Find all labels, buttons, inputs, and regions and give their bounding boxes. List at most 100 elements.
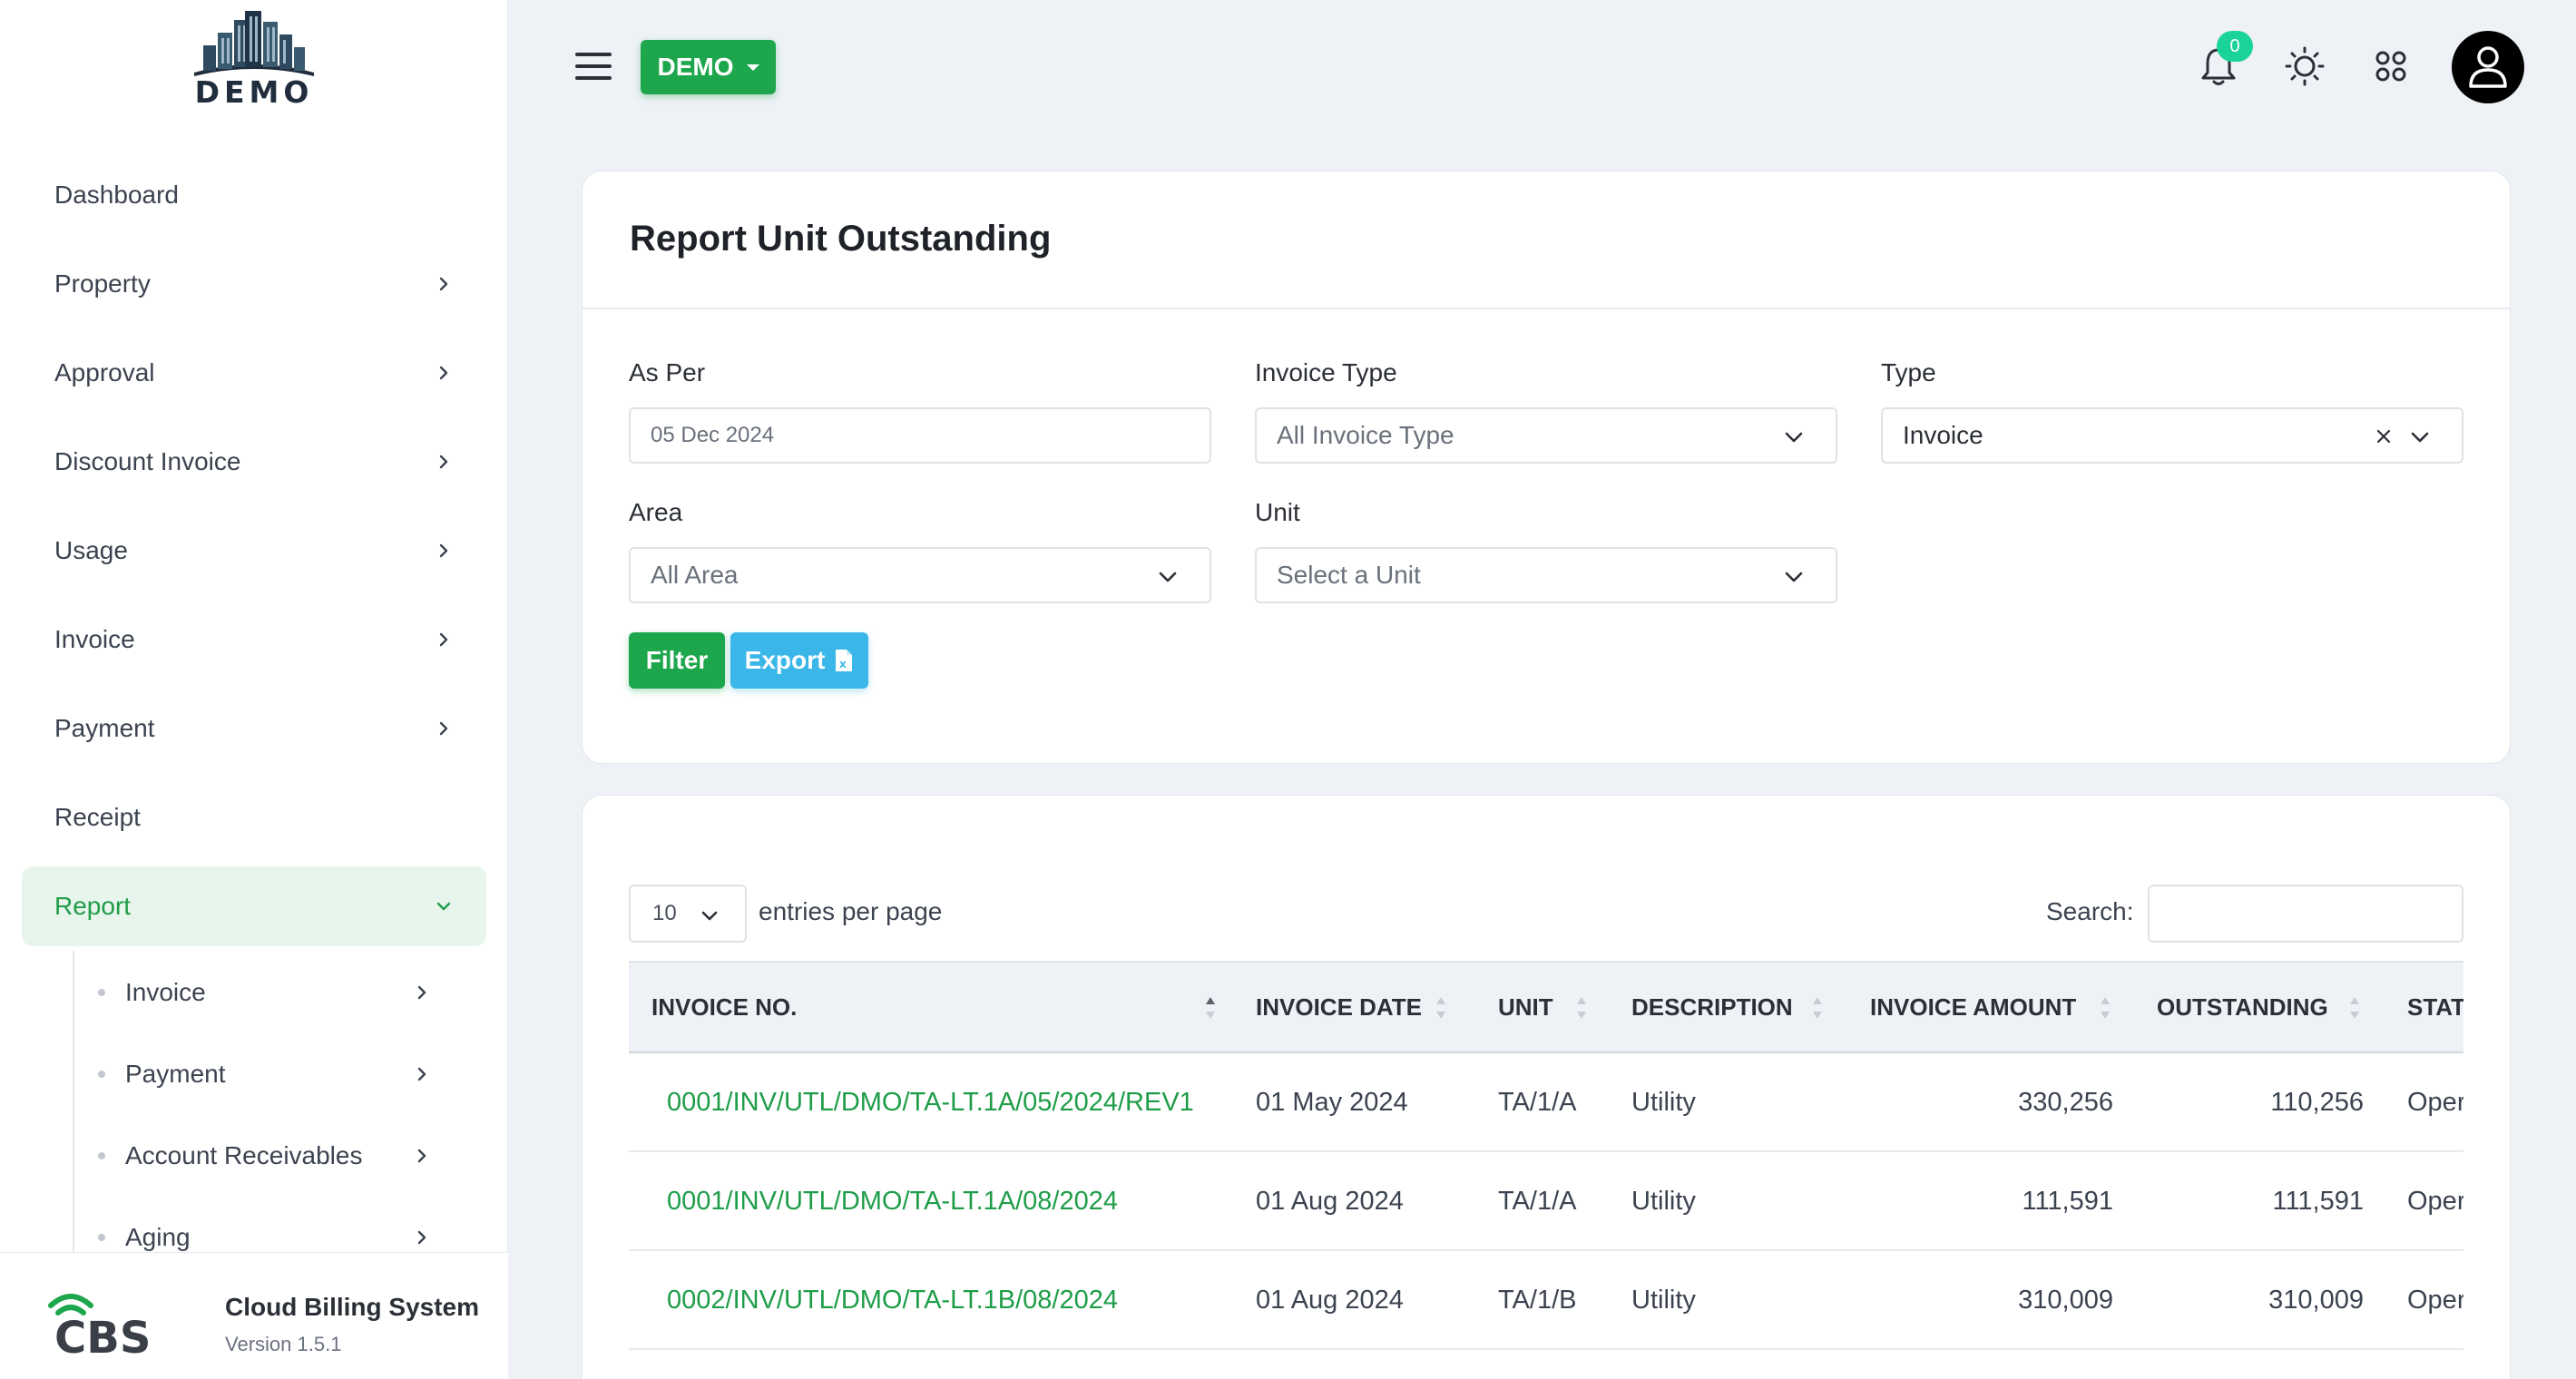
app-name: Cloud Billing System — [225, 1293, 480, 1321]
invoice-number-link[interactable]: 0001/INV/UTL/DMO/TA-LT.1A/05/2024/REV1 — [667, 1088, 1194, 1118]
sidebar-item-receipt[interactable]: Receipt — [22, 778, 486, 857]
sort-icon[interactable] — [1575, 993, 1588, 1022]
sidebar-item-label: Receipt — [54, 803, 141, 831]
divider — [583, 308, 2510, 309]
as-per-date-input[interactable]: 05 Dec 2024 — [629, 407, 1211, 464]
entries-per-page-select[interactable]: 10 — [629, 885, 747, 943]
type-value: Invoice — [1903, 421, 1983, 449]
bullet-icon — [98, 1234, 105, 1241]
sidebar-item-label: Payment — [54, 714, 155, 742]
export-button[interactable]: Export x — [730, 632, 868, 689]
column-header-status[interactable]: STAT — [2407, 993, 2463, 1022]
submenu-guide-line — [73, 951, 74, 1252]
sidebar-item-label: Invoice — [54, 625, 135, 653]
area-select[interactable]: All Area — [629, 547, 1211, 603]
logo-text: DEMO — [194, 74, 314, 110]
company-dropdown-button[interactable]: DEMO — [641, 40, 776, 94]
chevron-right-icon — [439, 632, 448, 647]
invoice-date-cell: 01 Aug 2024 — [1256, 1286, 1404, 1315]
invoice-date-cell: 01 May 2024 — [1256, 1088, 1408, 1117]
unit-cell: TA/1/B — [1498, 1286, 1577, 1315]
status-cell: Oper — [2407, 1088, 2463, 1117]
sidebar-item-usage[interactable]: Usage — [22, 511, 486, 591]
chevron-right-icon — [417, 1149, 426, 1163]
column-header-invoice-no[interactable]: INVOICE NO. — [651, 993, 797, 1022]
excel-file-icon: x — [836, 650, 853, 671]
chevron-down-icon — [1159, 572, 1177, 582]
sidebar-item-invoice[interactable]: Invoice — [22, 600, 486, 680]
area-value: All Area — [651, 561, 739, 589]
svg-text:CBS: CBS — [54, 1313, 151, 1355]
table-row: 0002/INV/UTL/DMO/TA-LT.1B/08/2024 01 Aug… — [629, 1251, 2463, 1350]
column-header-outstanding[interactable]: OUTSTANDING — [2157, 993, 2328, 1022]
sort-icon[interactable] — [1811, 993, 1824, 1022]
search-input[interactable] — [2148, 885, 2463, 943]
type-select[interactable]: Invoice — [1881, 407, 2463, 464]
buildings-logo-icon — [194, 11, 314, 76]
entries-per-page-value: 10 — [652, 901, 677, 925]
invoice-number-link[interactable]: 0001/INV/UTL/DMO/TA-LT.1A/08/2024 — [667, 1187, 1118, 1217]
sidebar-item-property[interactable]: Property — [22, 244, 486, 324]
clear-icon[interactable] — [2375, 427, 2393, 445]
sidebar-item-label: Dashboard — [54, 181, 179, 209]
bullet-icon — [98, 1071, 105, 1078]
unit-cell: TA/1/A — [1498, 1088, 1577, 1117]
chevron-down-icon — [436, 902, 451, 911]
submenu-item-account-receivables[interactable]: Account Receivables — [98, 1120, 443, 1192]
sidebar: DEMO Dashboard Property Approval Discoun… — [0, 0, 508, 1379]
column-header-description[interactable]: DESCRIPTION — [1631, 993, 1793, 1022]
sort-icon[interactable] — [1435, 993, 1447, 1022]
sidebar-item-report[interactable]: Report — [22, 866, 486, 946]
sidebar-item-dashboard[interactable]: Dashboard — [22, 155, 486, 235]
sort-icon[interactable] — [2348, 993, 2361, 1022]
sidebar-item-label: Report — [54, 892, 132, 920]
unit-select[interactable]: Select a Unit — [1255, 547, 1837, 603]
chevron-right-icon — [417, 1230, 426, 1245]
chevron-right-icon — [439, 455, 448, 469]
export-button-label: Export — [744, 646, 826, 674]
unit-placeholder: Select a Unit — [1277, 561, 1421, 589]
unit-label: Unit — [1255, 498, 1300, 526]
filter-button[interactable]: Filter — [629, 632, 725, 689]
table-card: 10 entries per page Search: INVOICE NO. … — [582, 795, 2511, 1379]
description-cell: Utility — [1631, 1088, 1696, 1117]
column-header-invoice-date[interactable]: INVOICE DATE — [1256, 993, 1422, 1022]
area-label: Area — [629, 498, 683, 526]
report-table: INVOICE NO. INVOICE DATE UNIT DESCRIPTIO… — [629, 961, 2463, 1379]
submenu-item-payment[interactable]: Payment — [98, 1038, 443, 1110]
outstanding-cell: 310,009 — [2268, 1286, 2364, 1315]
menu-icon[interactable] — [575, 53, 612, 83]
chevron-right-icon — [439, 721, 448, 736]
caret-down-icon — [746, 64, 759, 71]
sidebar-item-payment[interactable]: Payment — [22, 689, 486, 768]
sort-asc-icon[interactable] — [1204, 993, 1217, 1022]
company-dropdown-label: DEMO — [657, 53, 734, 81]
table-row: 0001/INV/UTL/DMO/TA-LT.1A/08/2024 01 Aug… — [629, 1152, 2463, 1251]
invoice-type-label: Invoice Type — [1255, 358, 1397, 386]
column-header-invoice-amount[interactable]: INVOICE AMOUNT — [1870, 993, 2076, 1022]
sidebar-item-label: Discount Invoice — [54, 447, 241, 475]
submenu-item-label: Payment — [125, 1060, 226, 1088]
invoice-type-select[interactable]: All Invoice Type — [1255, 407, 1837, 464]
table-header: INVOICE NO. INVOICE DATE UNIT DESCRIPTIO… — [629, 961, 2463, 1053]
submenu-item-invoice[interactable]: Invoice — [98, 956, 443, 1029]
chevron-down-icon — [1785, 432, 1803, 443]
sort-icon[interactable] — [2099, 993, 2111, 1022]
description-cell: Utility — [1631, 1286, 1696, 1315]
filter-card: Report Unit Outstanding As Per 05 Dec 20… — [582, 171, 2511, 764]
search-label: Search: — [2046, 897, 2134, 925]
sidebar-item-label: Usage — [54, 536, 128, 564]
column-header-unit[interactable]: UNIT — [1498, 993, 1553, 1022]
sidebar-item-approval[interactable]: Approval — [22, 333, 486, 413]
notification-badge: 0 — [2217, 31, 2253, 62]
status-cell: Oper — [2407, 1187, 2463, 1216]
unit-cell: TA/1/A — [1498, 1187, 1577, 1216]
type-label: Type — [1881, 358, 1936, 386]
brand-logo[interactable]: DEMO — [0, 0, 508, 136]
apps-grid-icon[interactable] — [2368, 44, 2414, 89]
as-per-label: As Per — [629, 358, 706, 386]
sun-icon[interactable] — [2282, 44, 2327, 89]
invoice-number-link[interactable]: 0002/INV/UTL/DMO/TA-LT.1B/08/2024 — [667, 1286, 1118, 1315]
user-avatar[interactable] — [2452, 31, 2524, 103]
sidebar-item-discount-invoice[interactable]: Discount Invoice — [22, 422, 486, 502]
